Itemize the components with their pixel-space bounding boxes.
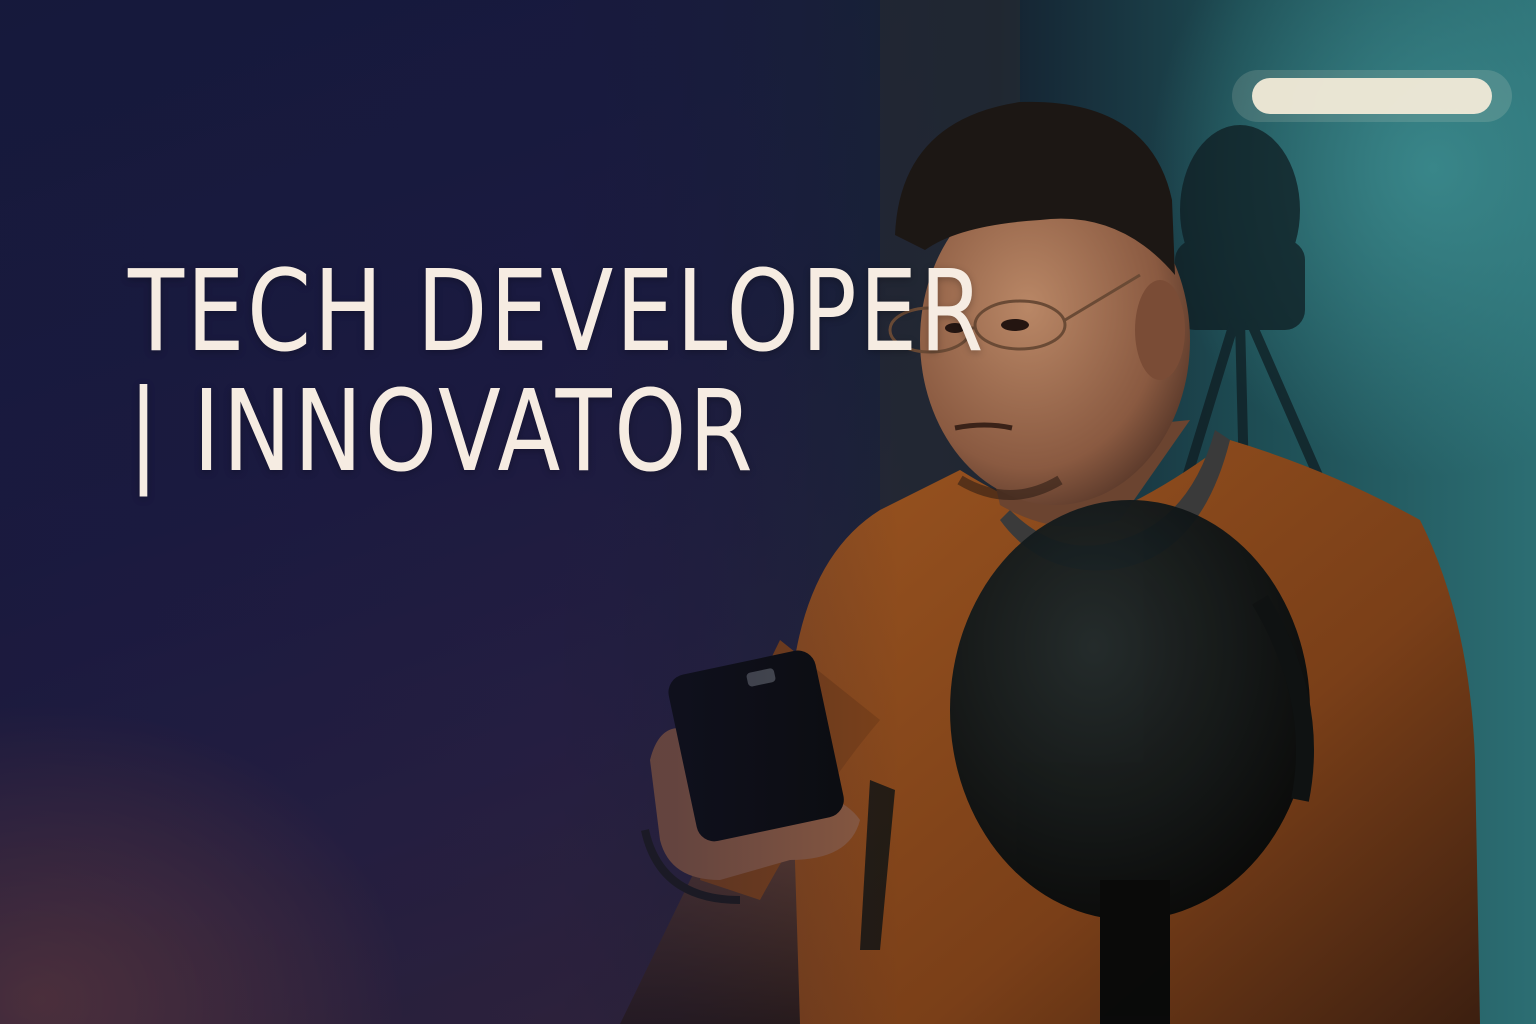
photo-scene bbox=[0, 0, 1536, 1024]
headline-line-2: | INNOVATOR bbox=[128, 367, 756, 497]
headline-line-1: TECH DEVELOPER bbox=[128, 247, 986, 377]
hero-banner: TECH DEVELOPER | INNOVATOR bbox=[0, 0, 1536, 1024]
hero-headline: TECH DEVELOPER | INNOVATOR bbox=[128, 252, 986, 492]
